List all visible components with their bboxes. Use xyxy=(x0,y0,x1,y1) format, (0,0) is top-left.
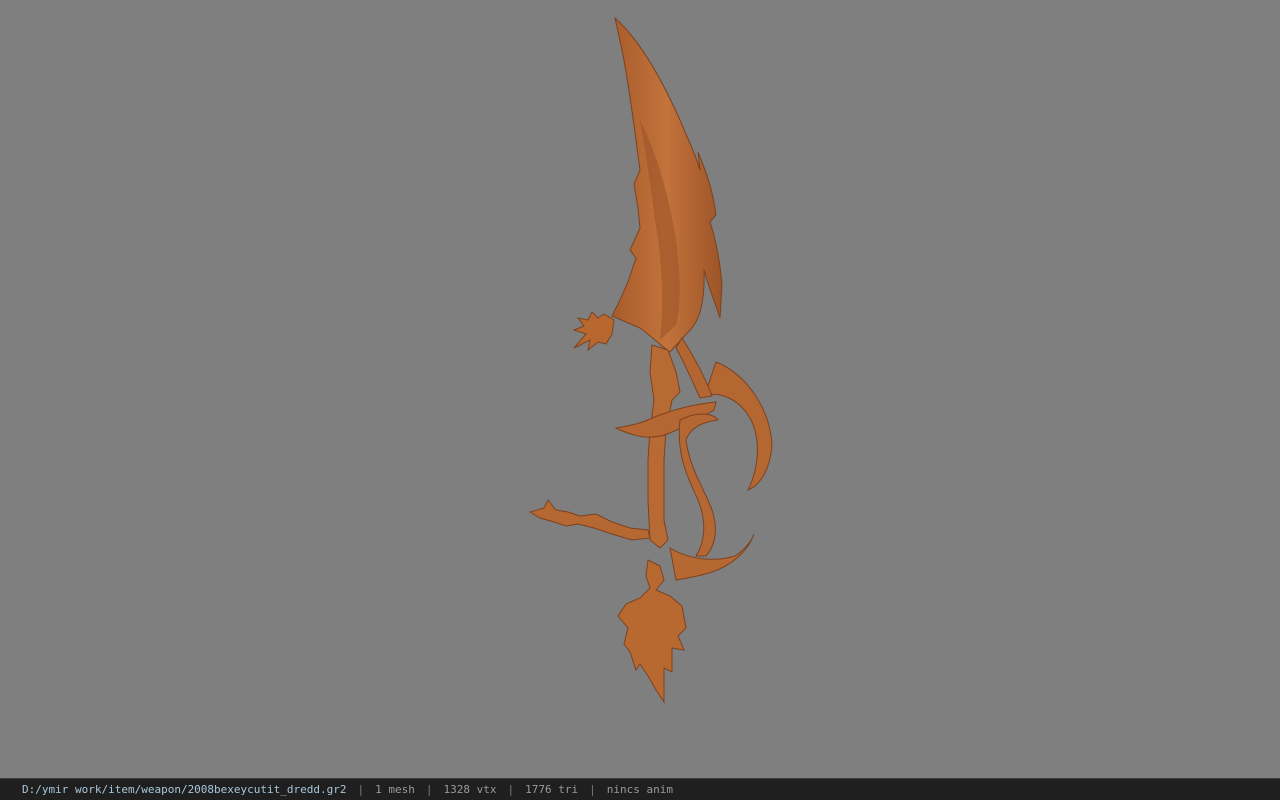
status-bar: D:/ymir work/item/weapon/2008bexeycutit_… xyxy=(0,778,1280,800)
lower-left-tuft xyxy=(528,499,651,541)
separator: | xyxy=(357,783,365,796)
separator: | xyxy=(507,783,515,796)
animation-info-label: nincs anim xyxy=(606,783,673,796)
triangle-count-label: 1776 tri xyxy=(525,783,579,796)
file-path-label: D:/ymir work/item/weapon/2008bexeycutit_… xyxy=(22,783,347,796)
mesh-count-label: 1 mesh xyxy=(375,783,415,796)
weapon-model xyxy=(528,16,773,704)
pommel-tassel xyxy=(617,559,687,704)
upper-tuft xyxy=(572,311,615,352)
handle xyxy=(647,344,681,549)
crescent-guard xyxy=(704,361,773,491)
separator: | xyxy=(589,783,596,796)
separator: | xyxy=(425,783,433,796)
vertex-count-label: 1328 vtx xyxy=(443,783,497,796)
3d-viewport[interactable] xyxy=(0,0,1280,778)
